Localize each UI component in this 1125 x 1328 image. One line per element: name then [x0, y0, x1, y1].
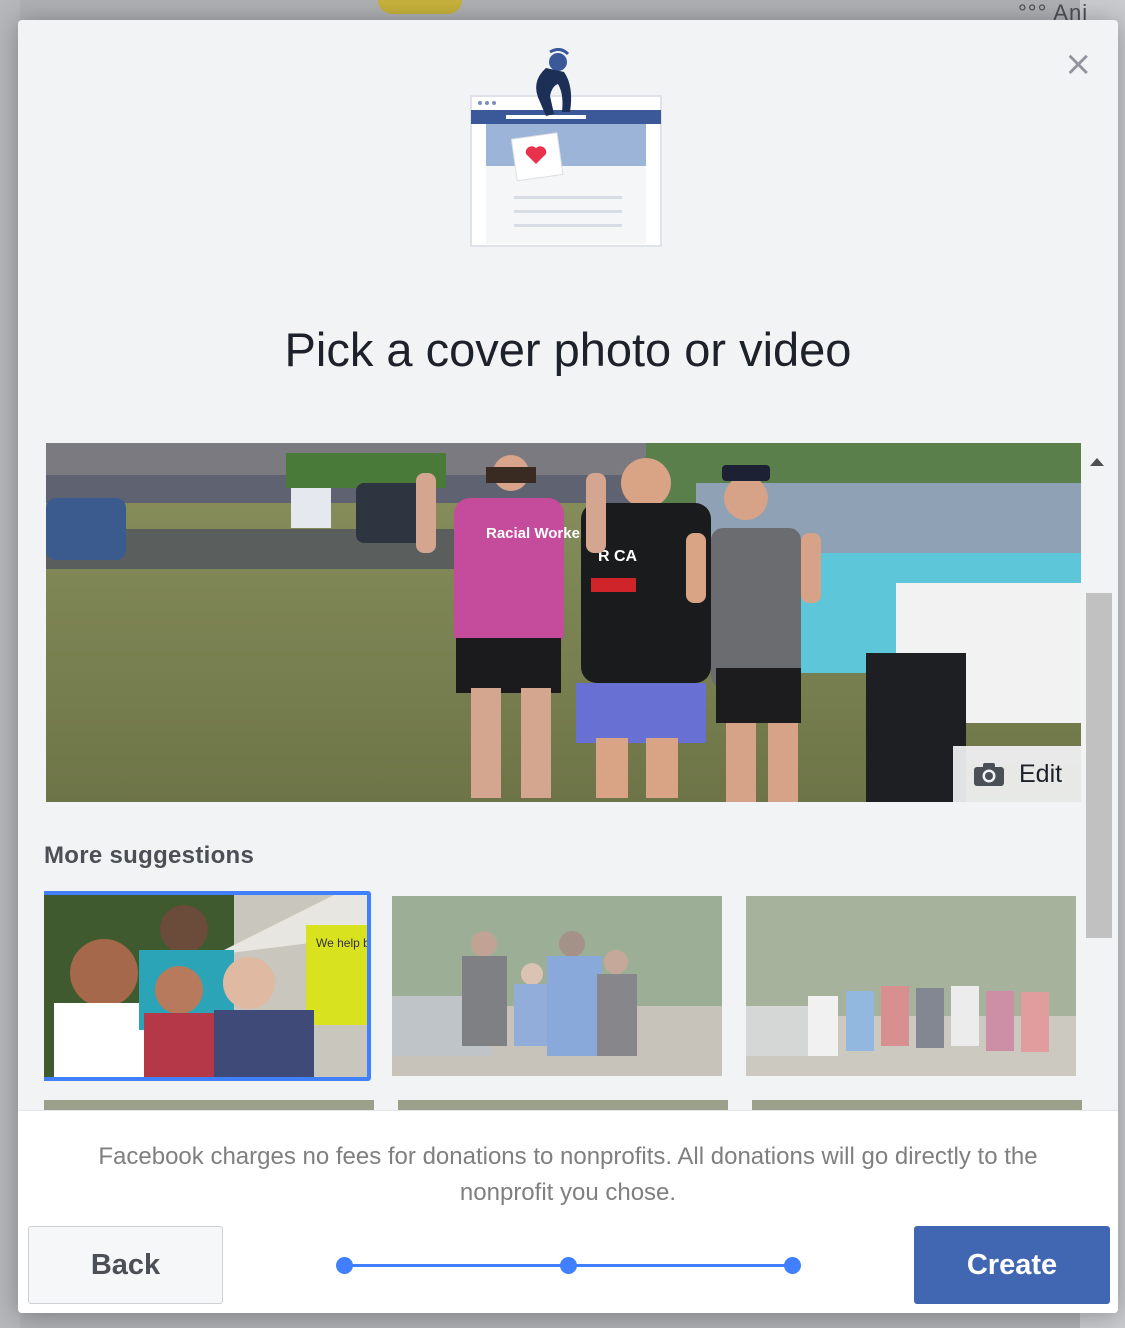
- step-dot: [336, 1257, 353, 1274]
- create-button[interactable]: Create: [914, 1226, 1110, 1304]
- camera-icon: [974, 763, 1004, 786]
- suggestions-scroll-area[interactable]: Racial Workers R CA Edit More suggestion…: [44, 440, 1104, 1110]
- suggestion-thumb[interactable]: We help build st... stabilit... self-rel…: [44, 891, 371, 1081]
- fundraiser-illustration: [470, 48, 662, 247]
- edit-cover-label: Edit: [1019, 759, 1063, 788]
- sign-text: We help build st... stabilit... self-rel…: [316, 936, 371, 950]
- back-button[interactable]: Back: [28, 1226, 223, 1304]
- step-dot: [784, 1257, 801, 1274]
- close-icon[interactable]: ×: [1064, 47, 1093, 81]
- next-suggestion-row: [44, 1100, 1084, 1110]
- progress-stepper: [336, 1256, 801, 1276]
- shirt-print-2: R CA: [598, 548, 638, 565]
- suggestion-thumb[interactable]: [392, 896, 722, 1076]
- cover-picker-dialog: × Pick a cover photo or video Racial Wor…: [18, 20, 1118, 1313]
- scrollbar[interactable]: [1086, 450, 1112, 1110]
- cover-photo: Racial Workers R CA Edit: [46, 443, 1081, 802]
- cover-photo-image: Racial Workers R CA: [46, 443, 1081, 802]
- edit-cover-button[interactable]: Edit: [953, 746, 1081, 802]
- step-dot: [560, 1257, 577, 1274]
- dialog-footer: Facebook charges no fees for donations t…: [18, 1110, 1118, 1313]
- scrollbar-thumb[interactable]: [1086, 593, 1112, 938]
- suggestion-photo-family: We help build st... stabilit... self-rel…: [44, 895, 371, 1077]
- background-left-strip: [0, 0, 20, 1328]
- scroll-up-arrow-icon[interactable]: [1090, 458, 1104, 466]
- dialog-title: Pick a cover photo or video: [284, 323, 852, 376]
- more-suggestions-heading: More suggestions: [44, 842, 255, 869]
- fee-notice: Facebook charges no fees for donations t…: [98, 1143, 1038, 1206]
- background-avatar: [378, 0, 462, 14]
- suggestion-photo-crowd: [746, 896, 1076, 1076]
- suggestion-thumb[interactable]: [746, 896, 1076, 1076]
- suggestion-photo-group: [392, 896, 722, 1076]
- shirt-print: Racial Workers: [486, 525, 594, 542]
